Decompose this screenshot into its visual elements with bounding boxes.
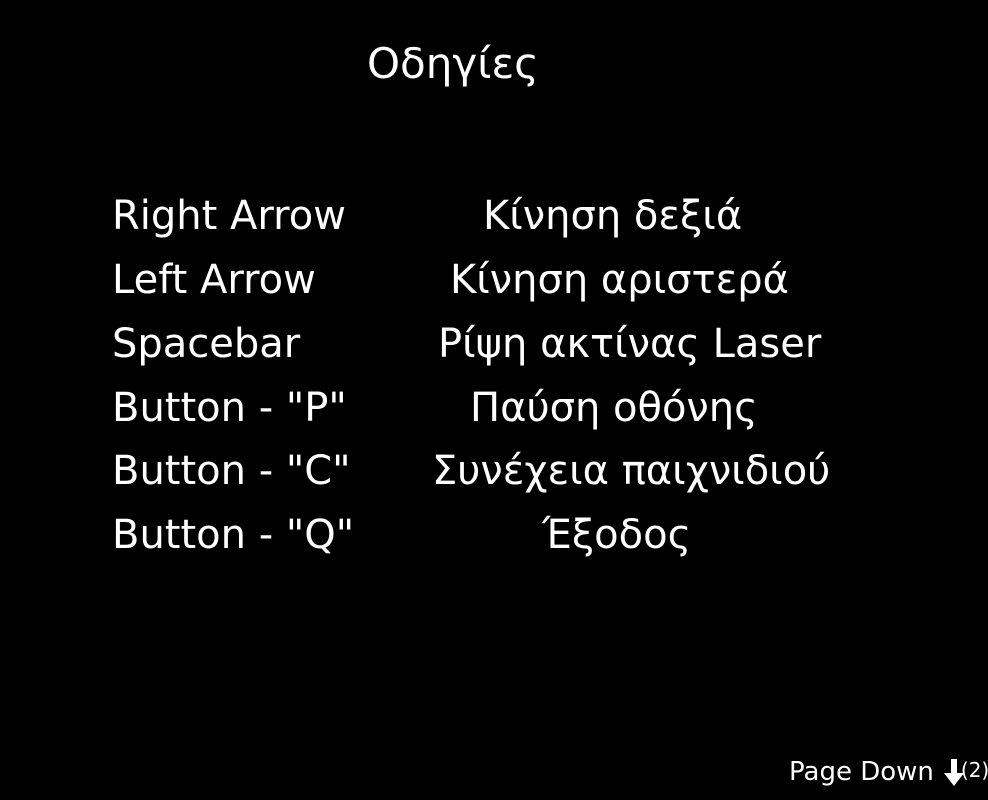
page-down-button[interactable]: Page Down (2) [789, 756, 988, 788]
control-action: Κίνηση δεξιά [483, 193, 743, 239]
control-row: Spacebar Ρίψη ακτίνας Laser [0, 316, 988, 372]
control-key: Button - "C" [112, 448, 351, 494]
page-count: (2) [960, 758, 988, 782]
control-key: Right Arrow [112, 193, 346, 239]
control-row: Right Arrow Κίνηση δεξιά [0, 188, 988, 244]
controls-list: Right Arrow Κίνηση δεξιά Left Arrow Κίνη… [0, 0, 988, 600]
control-key: Button - "Q" [112, 512, 355, 558]
control-action: Έξοδος [542, 512, 692, 558]
control-row: Left Arrow Κίνηση αριστερά [0, 252, 988, 308]
control-row: Button - "Q" Έξοδος [0, 507, 988, 563]
control-row: Button - "C" Συνέχεια παιχνιδιού [0, 443, 988, 499]
control-key: Left Arrow [112, 257, 316, 303]
control-action: Συνέχεια παιχνιδιού [432, 448, 831, 494]
control-row: Button - "P" Παύση οθόνης [0, 380, 988, 436]
control-key: Spacebar [112, 321, 301, 367]
control-action: Παύση οθόνης [470, 385, 758, 431]
control-key: Button - "P" [112, 385, 347, 431]
control-action: Ρίψη ακτίνας Laser [438, 321, 822, 367]
control-action: Κίνηση αριστερά [450, 257, 789, 303]
page-down-label: Page Down [789, 757, 934, 787]
